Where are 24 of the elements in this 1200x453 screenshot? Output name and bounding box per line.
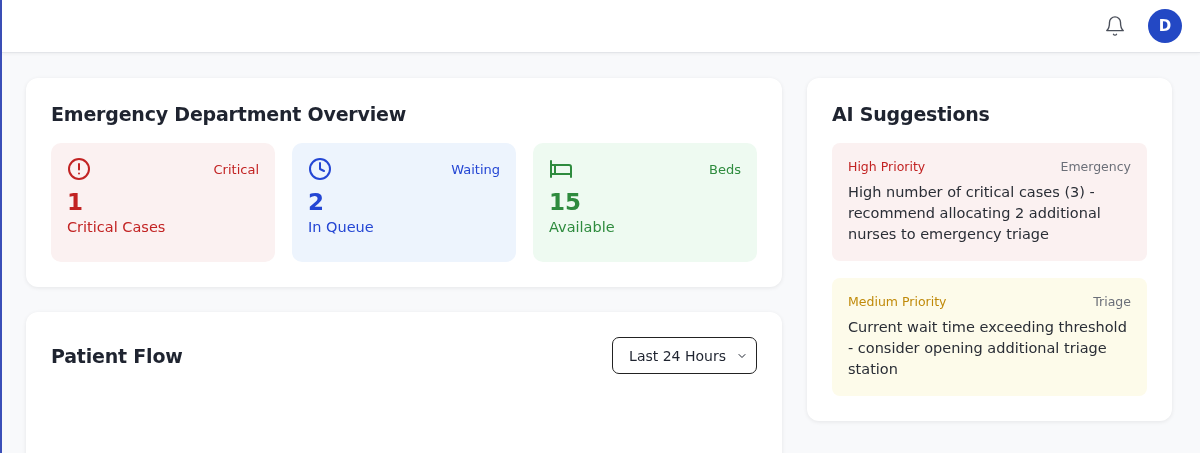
card-title: Patient Flow [51,344,183,367]
user-avatar[interactable]: D [1148,9,1182,43]
priority-label: High Priority [848,159,926,174]
priority-label: Medium Priority [848,294,947,309]
card-title: Emergency Department Overview [51,103,408,125]
stat-label: Critical Cases [67,219,167,235]
bed-icon [549,157,573,181]
stat-label: In Queue [308,219,375,235]
category-label: Emergency [1060,159,1131,174]
stat-tag: Waiting [451,161,500,177]
suggestion-text: High number of critical cases (3) - recommend allocating 2 additional nurses to emergency triage [848,183,1102,244]
category-label: Triage [1093,294,1131,309]
stat-value: 15 [549,189,582,215]
alert-circle-icon [67,157,91,181]
clock-icon [308,157,332,181]
notification-bell-icon[interactable] [1104,15,1126,37]
time-range-select[interactable]: Last 24 Hours [612,337,757,374]
stat-label: Available [549,219,616,235]
stat-value: 2 [308,189,325,215]
card-title: AI Suggestions [832,103,991,125]
stat-tag: Critical [213,161,259,177]
stat-value: 1 [67,189,84,215]
suggestion-text: Current wait time exceeding threshold - consider opening additional triage station [848,318,1128,379]
stat-tag: Beds [709,161,741,177]
